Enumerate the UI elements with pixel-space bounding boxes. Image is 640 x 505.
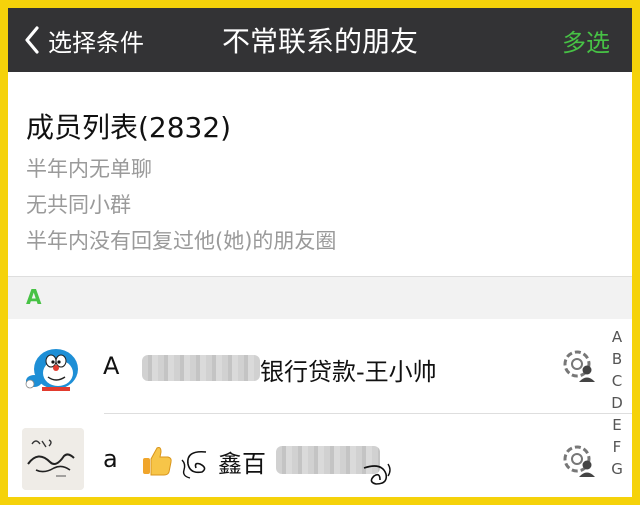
index-letter[interactable]: G: [611, 458, 623, 480]
member-list-title: 成员列表(2832): [26, 111, 232, 144]
alphabet-index[interactable]: A B C D E F G: [606, 326, 628, 480]
back-button[interactable]: 选择条件: [24, 8, 144, 72]
condition-no-moments-reply: 半年内没有回复过他(她)的朋友圈: [26, 229, 337, 253]
contact-row[interactable]: a 鑫百: [8, 414, 632, 497]
condition-no-private-chat: 半年内无单聊: [26, 157, 152, 181]
index-letter[interactable]: F: [613, 436, 622, 458]
index-letter[interactable]: A: [612, 326, 622, 348]
index-letter[interactable]: C: [612, 370, 622, 392]
thumbs-up-icon: [143, 447, 172, 476]
section-letter: A: [26, 285, 42, 309]
contact-row[interactable]: A 银行贷款-王小帅: [8, 319, 632, 413]
multi-select-button[interactable]: 多选: [562, 8, 610, 72]
signature-avatar: [22, 428, 84, 490]
contact-shutter-icon[interactable]: [562, 349, 596, 383]
contact-shutter-icon[interactable]: [562, 444, 596, 478]
contact-prefix: A: [103, 352, 120, 380]
swirl-decoration-icon: [363, 463, 391, 485]
contact-prefix: a: [103, 445, 118, 473]
index-letter[interactable]: D: [611, 392, 623, 414]
section-header: A: [8, 277, 632, 319]
app-screen: 选择条件 不常联系的朋友 多选 成员列表(2832) 半年内无单聊 无共同小群 …: [8, 8, 632, 497]
navigation-bar: 选择条件 不常联系的朋友 多选: [8, 8, 632, 72]
doraemon-avatar: [22, 335, 84, 397]
contact-name: 鑫百: [218, 450, 266, 478]
back-label: 选择条件: [48, 28, 144, 57]
chevron-left-icon: [25, 26, 39, 54]
swirl-decoration-icon: [181, 450, 207, 479]
index-letter[interactable]: E: [612, 414, 621, 436]
contact-name: 银行贷款-王小帅: [260, 358, 437, 386]
condition-no-common-group: 无共同小群: [26, 193, 131, 217]
redacted-name-mosaic: [142, 355, 260, 381]
index-letter[interactable]: B: [612, 348, 622, 370]
